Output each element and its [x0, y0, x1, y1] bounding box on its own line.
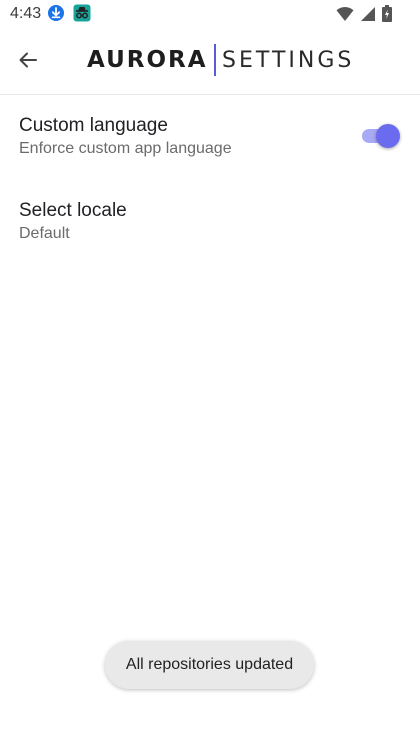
back-button[interactable]	[8, 42, 48, 82]
arrow-back-icon	[17, 49, 39, 76]
toggle-thumb	[376, 124, 400, 148]
pref-title: Custom language	[19, 115, 168, 136]
signal-icon	[360, 6, 376, 27]
app-bar: AURORA SETTINGS	[0, 30, 420, 95]
pref-title: Select locale	[19, 200, 127, 221]
logo-divider	[213, 44, 217, 76]
custom-language-toggle[interactable]	[360, 124, 400, 148]
download-icon	[47, 4, 65, 22]
pref-summary: Enforce custom app language	[19, 140, 232, 157]
toast-message: All repositories updated	[105, 641, 314, 689]
pref-custom-language[interactable]: Custom language Enforce custom app langu…	[0, 96, 420, 180]
status-time: 4:43	[10, 5, 42, 22]
incognito-app-icon	[73, 4, 91, 22]
app-logo: AURORA SETTINGS	[87, 42, 354, 78]
pref-summary: Default	[19, 225, 70, 242]
wifi-icon	[336, 6, 354, 27]
status-bar: 4:43	[0, 0, 420, 30]
pref-select-locale[interactable]: Select locale Default	[0, 182, 420, 262]
logo-aurora-text: AURORA	[87, 47, 208, 73]
battery-icon	[382, 5, 392, 27]
logo-settings-text: SETTINGS	[222, 47, 355, 73]
